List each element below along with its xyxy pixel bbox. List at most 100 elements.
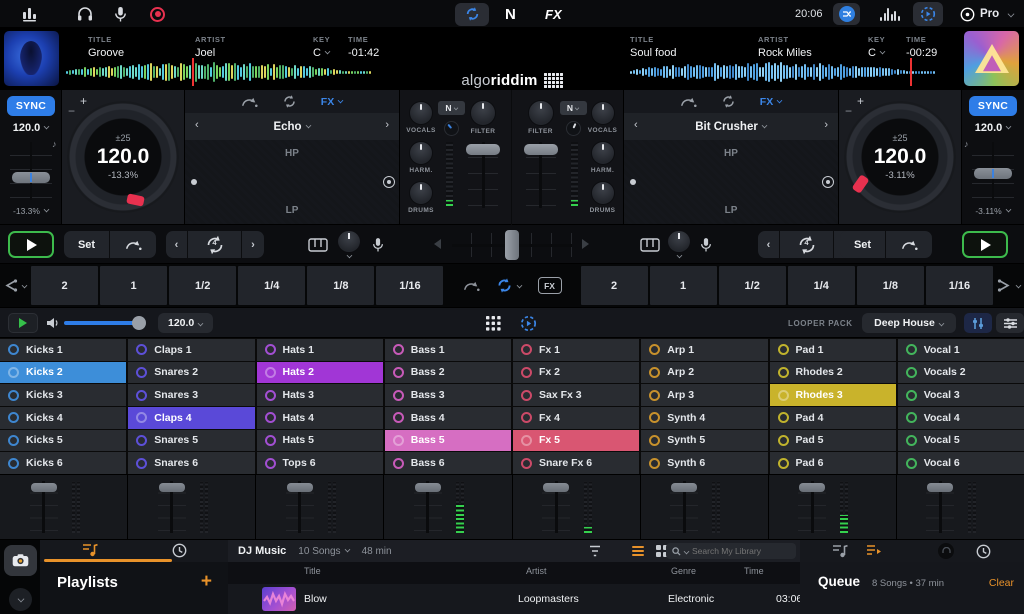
fx-prev-button[interactable]: ‹ — [195, 119, 199, 131]
pad-kicks-3[interactable]: Kicks 3 — [0, 384, 126, 406]
deck2-filter-mini-knob[interactable] — [668, 231, 690, 258]
strip-volume-fader[interactable] — [158, 481, 186, 533]
strip-volume-fader[interactable] — [670, 481, 698, 533]
loop-icon[interactable] — [721, 94, 736, 109]
deck2-cue-set-button[interactable]: Set — [840, 231, 886, 258]
fx-mode-button[interactable]: FX — [545, 0, 562, 28]
looper-volume-slider[interactable] — [64, 321, 144, 325]
deck2-sync-button[interactable]: SYNC — [969, 96, 1017, 116]
beatjump-deck2-1/4[interactable]: 1/4 — [788, 266, 855, 305]
library-search[interactable] — [666, 543, 796, 559]
deck1-sync-button[interactable]: SYNC — [7, 96, 55, 116]
beatjump-deck1-1/8[interactable]: 1/8 — [307, 266, 374, 305]
pad-arp-2[interactable]: Arp 2 — [641, 362, 767, 384]
pad-snares-6[interactable]: Snares 6 — [128, 452, 254, 474]
column-genre[interactable]: Genre — [671, 566, 696, 576]
pad-snare-fx-6[interactable]: Snare Fx 6 — [513, 452, 639, 474]
looper-bpm-button[interactable]: 120.0 — [158, 313, 213, 333]
volume-knob[interactable] — [132, 316, 146, 330]
bounce-loop-icon[interactable] — [463, 279, 480, 292]
pad-kicks-5[interactable]: Kicks 5 — [0, 430, 126, 452]
pad-vocal-6[interactable]: Vocal 6 — [898, 452, 1024, 474]
loop-icon[interactable] — [282, 94, 297, 109]
pad-snares-3[interactable]: Snares 3 — [128, 384, 254, 406]
pitch-bend-minus[interactable]: − — [68, 104, 75, 118]
pad-bass-5[interactable]: Bass 5 — [385, 430, 511, 452]
grid-view-icon[interactable] — [486, 308, 501, 338]
column-title[interactable]: Title — [304, 566, 321, 576]
pad-claps-1[interactable]: Claps 1 — [128, 339, 254, 361]
pad-pad-4[interactable]: Pad 4 — [770, 407, 896, 429]
crossfader-left-arrow[interactable] — [434, 239, 441, 249]
fx-next-button[interactable]: › — [385, 119, 389, 131]
ch2-vocals-knob[interactable] — [592, 102, 614, 124]
strip-volume-fader[interactable] — [30, 481, 58, 533]
ch1-mini-knob[interactable] — [445, 122, 458, 135]
ch1-drums-knob[interactable] — [410, 182, 432, 204]
deck2-play-button[interactable] — [962, 231, 1008, 258]
pad-arp-1[interactable]: Arp 1 — [641, 339, 767, 361]
library-source[interactable]: DJ Music — [238, 545, 286, 557]
pad-vocal-1[interactable]: Vocal 1 — [898, 339, 1024, 361]
queue-music-tab[interactable] — [832, 544, 848, 558]
song-row[interactable]: Blow Loopmasters Electronic 03:06 — [228, 584, 800, 614]
strip-volume-fader[interactable] — [414, 481, 442, 533]
library-song-count[interactable]: 10 Songs — [298, 546, 349, 557]
vertical-faders-icon[interactable] — [964, 313, 992, 333]
pad-sax-fx-3[interactable]: Sax Fx 3 — [513, 384, 639, 406]
looper-circle-icon[interactable] — [520, 308, 537, 338]
deck1-crossfader-assign-icon[interactable] — [0, 266, 30, 305]
deck1-fx-xy-pad[interactable]: HP LP — [185, 140, 399, 224]
ch1-volume-fader[interactable] — [468, 142, 498, 208]
deck2-album-art[interactable] — [964, 31, 1019, 86]
pad-fx-2[interactable]: Fx 2 — [513, 362, 639, 384]
ch2-neural-button[interactable]: N — [560, 101, 587, 115]
looper-play-button[interactable] — [8, 313, 38, 333]
deck1-time[interactable]: TIME-01:42 — [348, 35, 379, 59]
bounce-loop-icon[interactable] — [680, 95, 697, 108]
beatjump-deck1-1/4[interactable]: 1/4 — [238, 266, 305, 305]
strip-volume-fader[interactable] — [542, 481, 570, 533]
looper-panel-button[interactable] — [913, 0, 943, 28]
strip-volume-fader[interactable] — [798, 481, 826, 533]
pad-bass-6[interactable]: Bass 6 — [385, 452, 511, 474]
precue-toggle-icon[interactable] — [938, 543, 954, 559]
strip-volume-fader[interactable] — [286, 481, 314, 533]
crossfader-handle[interactable] — [505, 230, 519, 260]
looper-pack-selector[interactable]: Deep House — [862, 313, 956, 333]
horizontal-sliders-icon[interactable] — [996, 313, 1024, 333]
deck2-key[interactable]: KEYC — [868, 35, 885, 59]
beatjump-deck2-1/8[interactable]: 1/8 — [857, 266, 924, 305]
waveform-view-icon[interactable] — [880, 0, 900, 28]
pad-vocal-5[interactable]: Vocal 5 — [898, 430, 1024, 452]
fx-next-button[interactable]: › — [824, 119, 828, 131]
pad-tops-6[interactable]: Tops 6 — [257, 452, 383, 474]
camera-button[interactable] — [4, 545, 37, 576]
ch1-neural-button[interactable]: N — [438, 101, 465, 115]
ch1-harmonics-knob[interactable] — [410, 142, 432, 164]
deck1-bpm[interactable]: 120.0 — [0, 122, 62, 134]
crossfader-right-arrow[interactable] — [582, 239, 589, 249]
ch1-filter-knob[interactable] — [471, 101, 495, 125]
crossfader[interactable] — [452, 233, 572, 257]
pro-menu[interactable]: Pro — [960, 0, 1014, 28]
playlists-tab[interactable] — [82, 543, 98, 557]
column-time[interactable]: Time — [744, 566, 764, 576]
automix-button[interactable] — [833, 0, 860, 28]
pad-hats-4[interactable]: Hats 4 — [257, 407, 383, 429]
levels-icon[interactable] — [22, 0, 40, 28]
ch2-filter-knob[interactable] — [529, 101, 553, 125]
deck1-jog-wheel[interactable]: ±25 120.0 -13.3% — [67, 101, 179, 213]
pad-bass-3[interactable]: Bass 3 — [385, 384, 511, 406]
microphone-icon[interactable] — [114, 0, 127, 28]
pad-pad-5[interactable]: Pad 5 — [770, 430, 896, 452]
column-artist[interactable]: Artist — [526, 566, 547, 576]
deck2-bpm[interactable]: 120.0 — [962, 122, 1024, 134]
pad-hats-3[interactable]: Hats 3 — [257, 384, 383, 406]
fx-tab[interactable]: FX — [321, 96, 343, 108]
deck1-keyboard-icon[interactable] — [308, 231, 328, 258]
pad-synth-5[interactable]: Synth 5 — [641, 430, 767, 452]
deck1-play-button[interactable] — [8, 231, 54, 258]
deck2-mic-icon[interactable] — [700, 231, 712, 258]
filter-icon[interactable] — [588, 544, 602, 558]
